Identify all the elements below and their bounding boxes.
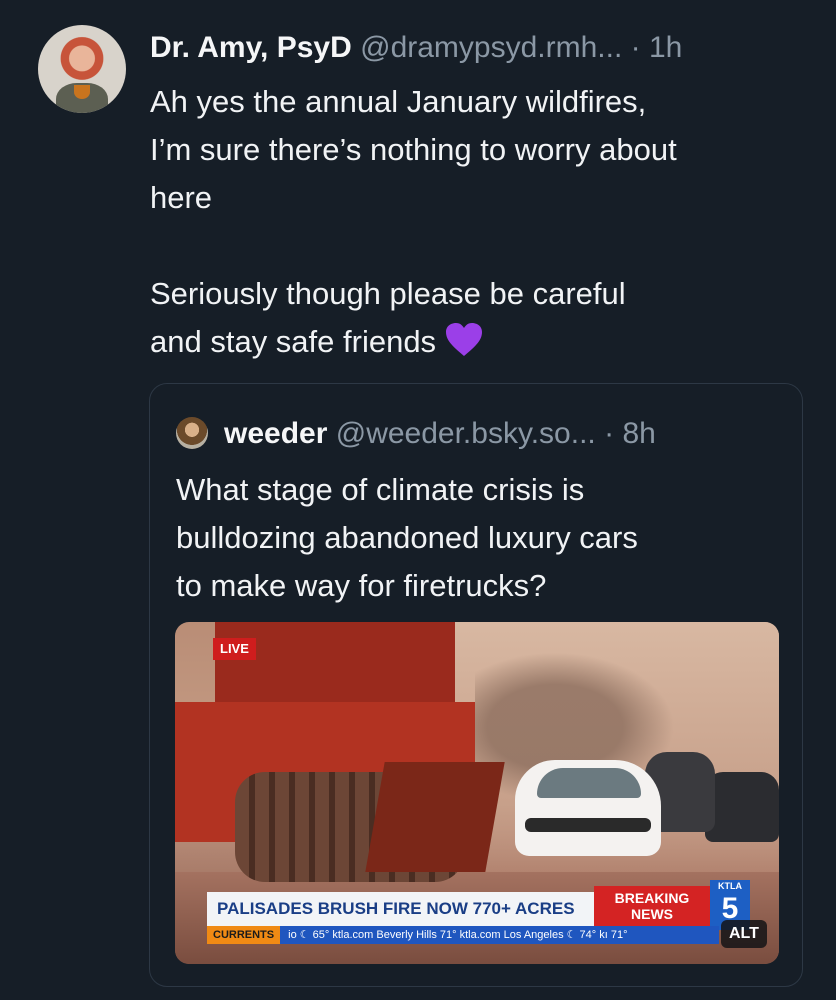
ticker-text: io ☾ 65° ktla.com Beverly Hills 71° ktla… bbox=[288, 929, 628, 941]
news-label: NEWS bbox=[631, 906, 673, 922]
post-text-line: and stay safe friends bbox=[150, 324, 437, 359]
news-headline-banner: PALISADES BRUSH FIRE NOW 770+ ACRES bbox=[207, 892, 594, 926]
post-text-line: Seriously though please be careful bbox=[150, 276, 626, 311]
car-grill bbox=[525, 818, 651, 832]
post-handle[interactable]: @dramypsyd.rmh... bbox=[360, 31, 622, 64]
quoted-separator: · bbox=[604, 417, 615, 450]
white-car bbox=[515, 760, 661, 856]
quoted-text-line: to make way for firetrucks? bbox=[176, 568, 547, 603]
post-body: Ah yes the annual January wildfires, I’m… bbox=[150, 78, 820, 366]
quoted-text-line: What stage of climate crisis is bbox=[176, 472, 585, 507]
alt-text-button[interactable]: ALT bbox=[721, 920, 767, 948]
post-text-line: here bbox=[150, 180, 213, 215]
post-separator: · bbox=[630, 31, 641, 64]
purple-heart-icon bbox=[446, 323, 483, 356]
post-header: Dr. Amy, PsyD @dramypsyd.rmh... · 1h bbox=[150, 28, 810, 68]
ticker-label: CURRENTS bbox=[207, 926, 281, 944]
quoted-text-line: bulldozing abandoned luxury cars bbox=[176, 520, 638, 555]
quoted-post-body: What stage of climate crisis is bulldozi… bbox=[176, 466, 776, 610]
station-name: KTLA bbox=[718, 881, 742, 891]
post-timestamp[interactable]: 1h bbox=[649, 31, 682, 64]
live-badge: LIVE bbox=[213, 638, 256, 660]
breaking-label: BREAKING bbox=[614, 890, 690, 906]
news-ticker: CURRENTS io ☾ 65° ktla.com Beverly Hills … bbox=[207, 926, 719, 944]
quoted-handle[interactable]: @weeder.bsky.so... bbox=[336, 417, 596, 450]
post-text-line-with-emoji: and stay safe friends bbox=[150, 318, 820, 366]
quoted-post-image[interactable]: LIVE PALISADES BRUSH FIRE NOW 770+ ACRES… bbox=[175, 622, 779, 964]
post-text-line: Ah yes the annual January wildfires, bbox=[150, 84, 647, 119]
bulldozer-blade bbox=[365, 762, 505, 872]
post-avatar[interactable] bbox=[38, 25, 126, 113]
quoted-post-header: weeder @weeder.bsky.so... · 8h bbox=[224, 414, 794, 454]
quoted-display-name[interactable]: weeder bbox=[224, 417, 327, 450]
breaking-news-badge: BREAKING NEWS bbox=[594, 886, 710, 926]
post-display-name[interactable]: Dr. Amy, PsyD bbox=[150, 31, 352, 64]
post-text-line: I’m sure there’s nothing to worry about bbox=[150, 132, 677, 167]
car-windshield bbox=[537, 768, 641, 798]
avatar-necklace bbox=[74, 85, 90, 99]
quoted-timestamp[interactable]: 8h bbox=[622, 417, 655, 450]
dark-car bbox=[705, 772, 779, 842]
quoted-avatar[interactable] bbox=[176, 417, 208, 449]
quoted-post-card[interactable]: weeder @weeder.bsky.so... · 8h What stag… bbox=[149, 383, 803, 987]
